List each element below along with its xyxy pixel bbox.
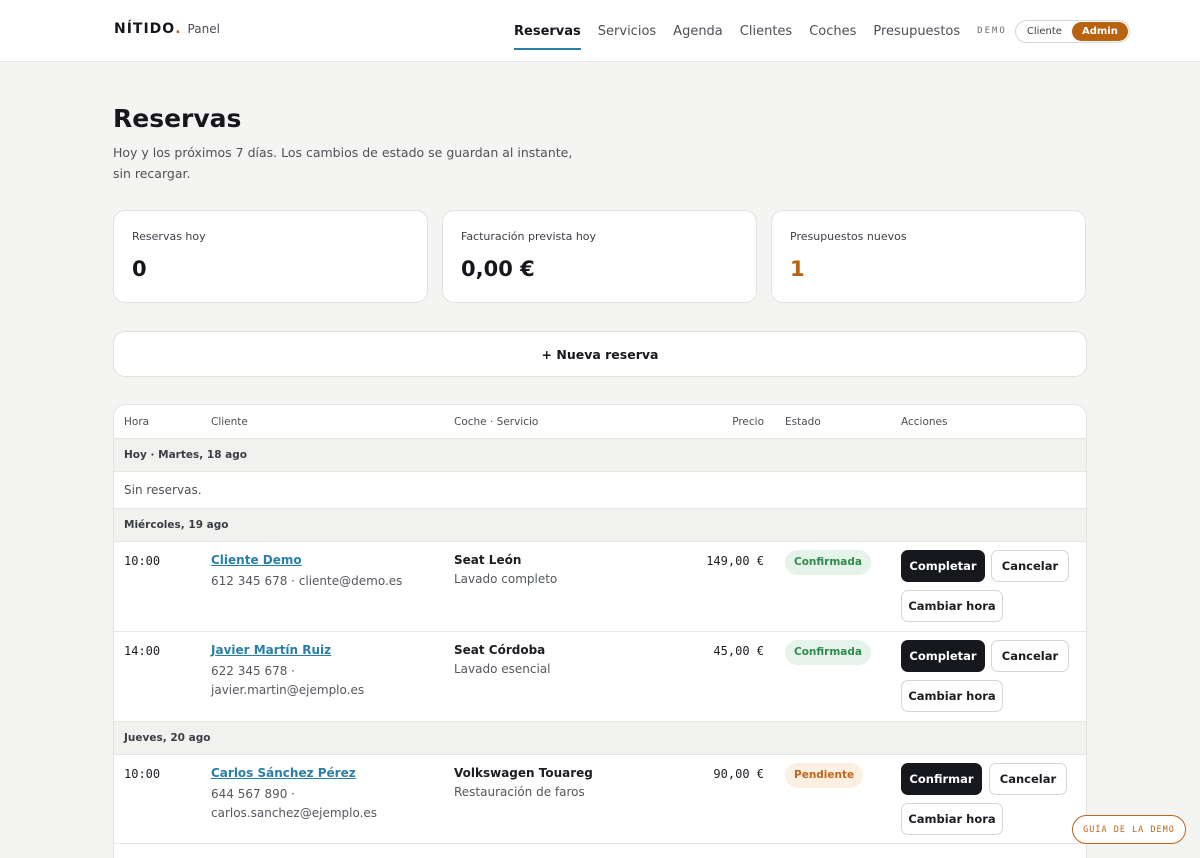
column-header-hora: Hora — [124, 416, 150, 428]
day-group-label: Jueves, 20 ago — [124, 732, 211, 744]
empty-day-row: Sin reservas. — [114, 472, 1086, 509]
nav-presupuestos[interactable]: Presupuestos — [873, 0, 960, 62]
stat-label: Presupuestos nuevos — [790, 230, 907, 243]
status-badge: Pendiente — [785, 763, 864, 788]
brand-logo: NÍTIDO — [114, 21, 176, 37]
stat-card-reservas-hoy: Reservas hoy 0 — [113, 210, 428, 303]
client-name-link[interactable]: Cliente Demo — [211, 553, 302, 567]
role-cliente-button[interactable]: Cliente — [1017, 22, 1072, 41]
reschedule-button[interactable]: Cambiar hora — [901, 803, 1003, 835]
booking-time: 14:00 — [124, 644, 161, 658]
status-badge: Confirmada — [785, 640, 871, 665]
column-header-acciones: Acciones — [901, 416, 948, 428]
client-name-link[interactable]: Carlos Sánchez Pérez — [211, 766, 356, 780]
complete-button[interactable]: Completar — [901, 550, 985, 582]
reschedule-button[interactable]: Cambiar hora — [901, 590, 1003, 622]
client-contact: 612 345 678 · cliente@demo.es — [211, 574, 403, 588]
brand-subtitle: Panel — [187, 22, 220, 36]
status-badge: Confirmada — [785, 550, 871, 575]
client-contact: 644 567 890 · carlos.sanchez@ejemplo.es — [211, 787, 378, 820]
day-group-header: Jueves, 20 ago — [114, 722, 1086, 755]
stat-value: 0 — [132, 257, 147, 281]
client-contact: 622 345 678 · javier.martin@ejemplo.es — [211, 664, 365, 697]
nav-reservas[interactable]: Reservas — [514, 0, 581, 62]
table-row: 10:00 Cliente Demo 612 345 678 · cliente… — [114, 542, 1086, 632]
confirm-button[interactable]: Confirmar — [901, 763, 982, 795]
service-name: Restauración de faros — [454, 785, 585, 799]
nav-agenda[interactable]: Agenda — [673, 0, 723, 62]
stat-value: 0,00 € — [461, 257, 535, 281]
booking-time: 10:00 — [124, 767, 161, 781]
car-model: Seat Córdoba — [454, 643, 546, 657]
booking-price: 149,00 € — [706, 554, 764, 568]
cancel-button[interactable]: Cancelar — [991, 640, 1069, 672]
stat-card-presupuestos: Presupuestos nuevos 1 — [771, 210, 1086, 303]
booking-price: 45,00 € — [713, 644, 764, 658]
day-group-header: Hoy · Martes, 18 ago — [114, 439, 1086, 472]
role-admin-button[interactable]: Admin — [1071, 21, 1128, 41]
booking-price: 90,00 € — [713, 767, 764, 781]
booking-time: 10:00 — [124, 554, 161, 568]
role-toggle: Cliente Admin — [1014, 19, 1130, 43]
nav-coches[interactable]: Coches — [809, 0, 856, 62]
new-booking-button[interactable]: + Nueva reserva — [113, 331, 1087, 377]
service-name: Lavado completo — [454, 572, 558, 586]
car-model: Seat León — [454, 553, 522, 567]
stat-card-facturacion: Facturación prevista hoy 0,00 € — [442, 210, 757, 303]
table-row: 10:00 Carlos Sánchez Pérez 644 567 890 ·… — [114, 755, 1086, 844]
cancel-button[interactable]: Cancelar — [991, 550, 1069, 582]
demo-guide-button[interactable]: GUÍA DE LA DEMO — [1072, 815, 1186, 844]
bookings-table: Hora Cliente Coche · Servicio Precio Est… — [113, 404, 1087, 858]
day-group-header: Miércoles, 19 ago — [114, 509, 1086, 542]
complete-button[interactable]: Completar — [901, 640, 985, 672]
page-subtitle: Hoy y los próximos 7 días. Los cambios d… — [113, 145, 573, 181]
main-nav: Reservas Servicios Agenda Clientes Coche… — [514, 0, 1130, 62]
brand-logo-dot: . — [175, 21, 181, 37]
stat-value: 1 — [790, 257, 805, 281]
day-group-label: Hoy · Martes, 18 ago — [124, 449, 247, 461]
car-model: Volkswagen Touareg — [454, 766, 593, 780]
page-title: Reservas — [113, 104, 242, 133]
reschedule-button[interactable]: Cambiar hora — [901, 680, 1003, 712]
table-row: 14:00 Javier Martín Ruiz 622 345 678 · j… — [114, 632, 1086, 722]
column-header-coche: Coche · Servicio — [454, 416, 539, 428]
nav-servicios[interactable]: Servicios — [598, 0, 656, 62]
nav-clientes[interactable]: Clientes — [740, 0, 792, 62]
empty-day-text: Sin reservas. — [124, 483, 202, 497]
cancel-button[interactable]: Cancelar — [989, 763, 1067, 795]
top-navigation-bar: NÍTIDO. Panel Reservas Servicios Agenda … — [0, 0, 1200, 62]
brand[interactable]: NÍTIDO. Panel — [114, 21, 220, 37]
service-name: Lavado esencial — [454, 662, 551, 676]
column-header-precio: Precio — [732, 416, 764, 428]
day-group-label: Miércoles, 19 ago — [124, 519, 229, 531]
demo-label: DEMO — [977, 26, 1007, 36]
client-name-link[interactable]: Javier Martín Ruiz — [211, 643, 331, 657]
stat-label: Facturación prevista hoy — [461, 230, 597, 243]
column-header-cliente: Cliente — [211, 416, 248, 428]
column-header-estado: Estado — [785, 416, 821, 428]
table-header: Hora Cliente Coche · Servicio Precio Est… — [114, 405, 1086, 439]
stat-label: Reservas hoy — [132, 230, 206, 243]
